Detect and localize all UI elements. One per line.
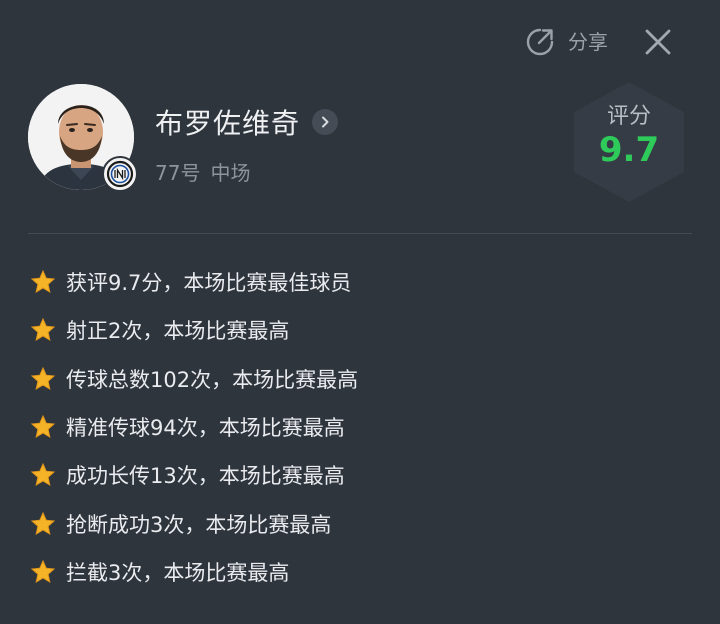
list-item: 获评9.7分，本场比赛最佳球员 xyxy=(30,258,358,306)
player-avatar-wrap[interactable] xyxy=(28,84,138,192)
rating-badge: 评分 9.7 xyxy=(568,78,690,206)
star-icon xyxy=(30,366,56,390)
player-name-link[interactable]: 布罗佐维奇 xyxy=(155,102,339,142)
highlight-text: 抢断成功3次，本场比赛最高 xyxy=(66,512,332,537)
star-icon xyxy=(30,463,56,487)
share-label: 分享 xyxy=(568,30,608,54)
list-item: 成功长传13次，本场比赛最高 xyxy=(30,451,358,499)
share-icon xyxy=(526,28,554,56)
player-highlight-card: 分享 布罗佐维奇 77号 中场 评分 9.7 获评9.7分，本场比赛最佳球员 射… xyxy=(0,0,720,624)
divider xyxy=(28,233,692,234)
highlight-text: 获评9.7分，本场比赛最佳球员 xyxy=(66,271,352,296)
star-icon xyxy=(30,318,56,342)
star-icon xyxy=(30,269,56,294)
highlight-text: 成功长传13次，本场比赛最高 xyxy=(66,464,345,489)
list-item: 精准传球94次，本场比赛最高 xyxy=(30,403,358,451)
highlight-text: 拦截3次，本场比赛最高 xyxy=(66,560,290,585)
club-badge-icon xyxy=(102,156,138,192)
close-icon[interactable] xyxy=(640,24,676,60)
share-button[interactable]: 分享 xyxy=(524,26,608,58)
list-item: 传球总数102次，本场比赛最高 xyxy=(30,355,358,403)
player-name: 布罗佐维奇 xyxy=(155,107,301,140)
list-item: 拦截3次，本场比赛最高 xyxy=(30,548,358,596)
highlight-text: 射正2次，本场比赛最高 xyxy=(66,319,290,344)
star-icon xyxy=(30,414,56,439)
list-item: 抢断成功3次，本场比赛最高 xyxy=(30,499,358,547)
list-item: 射正2次，本场比赛最高 xyxy=(30,306,358,354)
star-icon xyxy=(30,511,56,535)
rating-label: 评分 xyxy=(606,104,651,129)
highlight-text: 传球总数102次，本场比赛最高 xyxy=(66,367,359,392)
player-number: 77号 xyxy=(155,161,201,185)
player-position: 中场 xyxy=(210,161,251,185)
rating-value: 9.7 xyxy=(598,130,660,170)
chevron-right-icon xyxy=(312,109,339,135)
player-meta: 77号 中场 xyxy=(155,157,250,186)
highlights-list: 获评9.7分，本场比赛最佳球员 射正2次，本场比赛最高 传球总数102次，本场比… xyxy=(30,258,358,596)
star-icon xyxy=(30,559,56,583)
highlight-text: 精准传球94次，本场比赛最高 xyxy=(66,416,345,441)
